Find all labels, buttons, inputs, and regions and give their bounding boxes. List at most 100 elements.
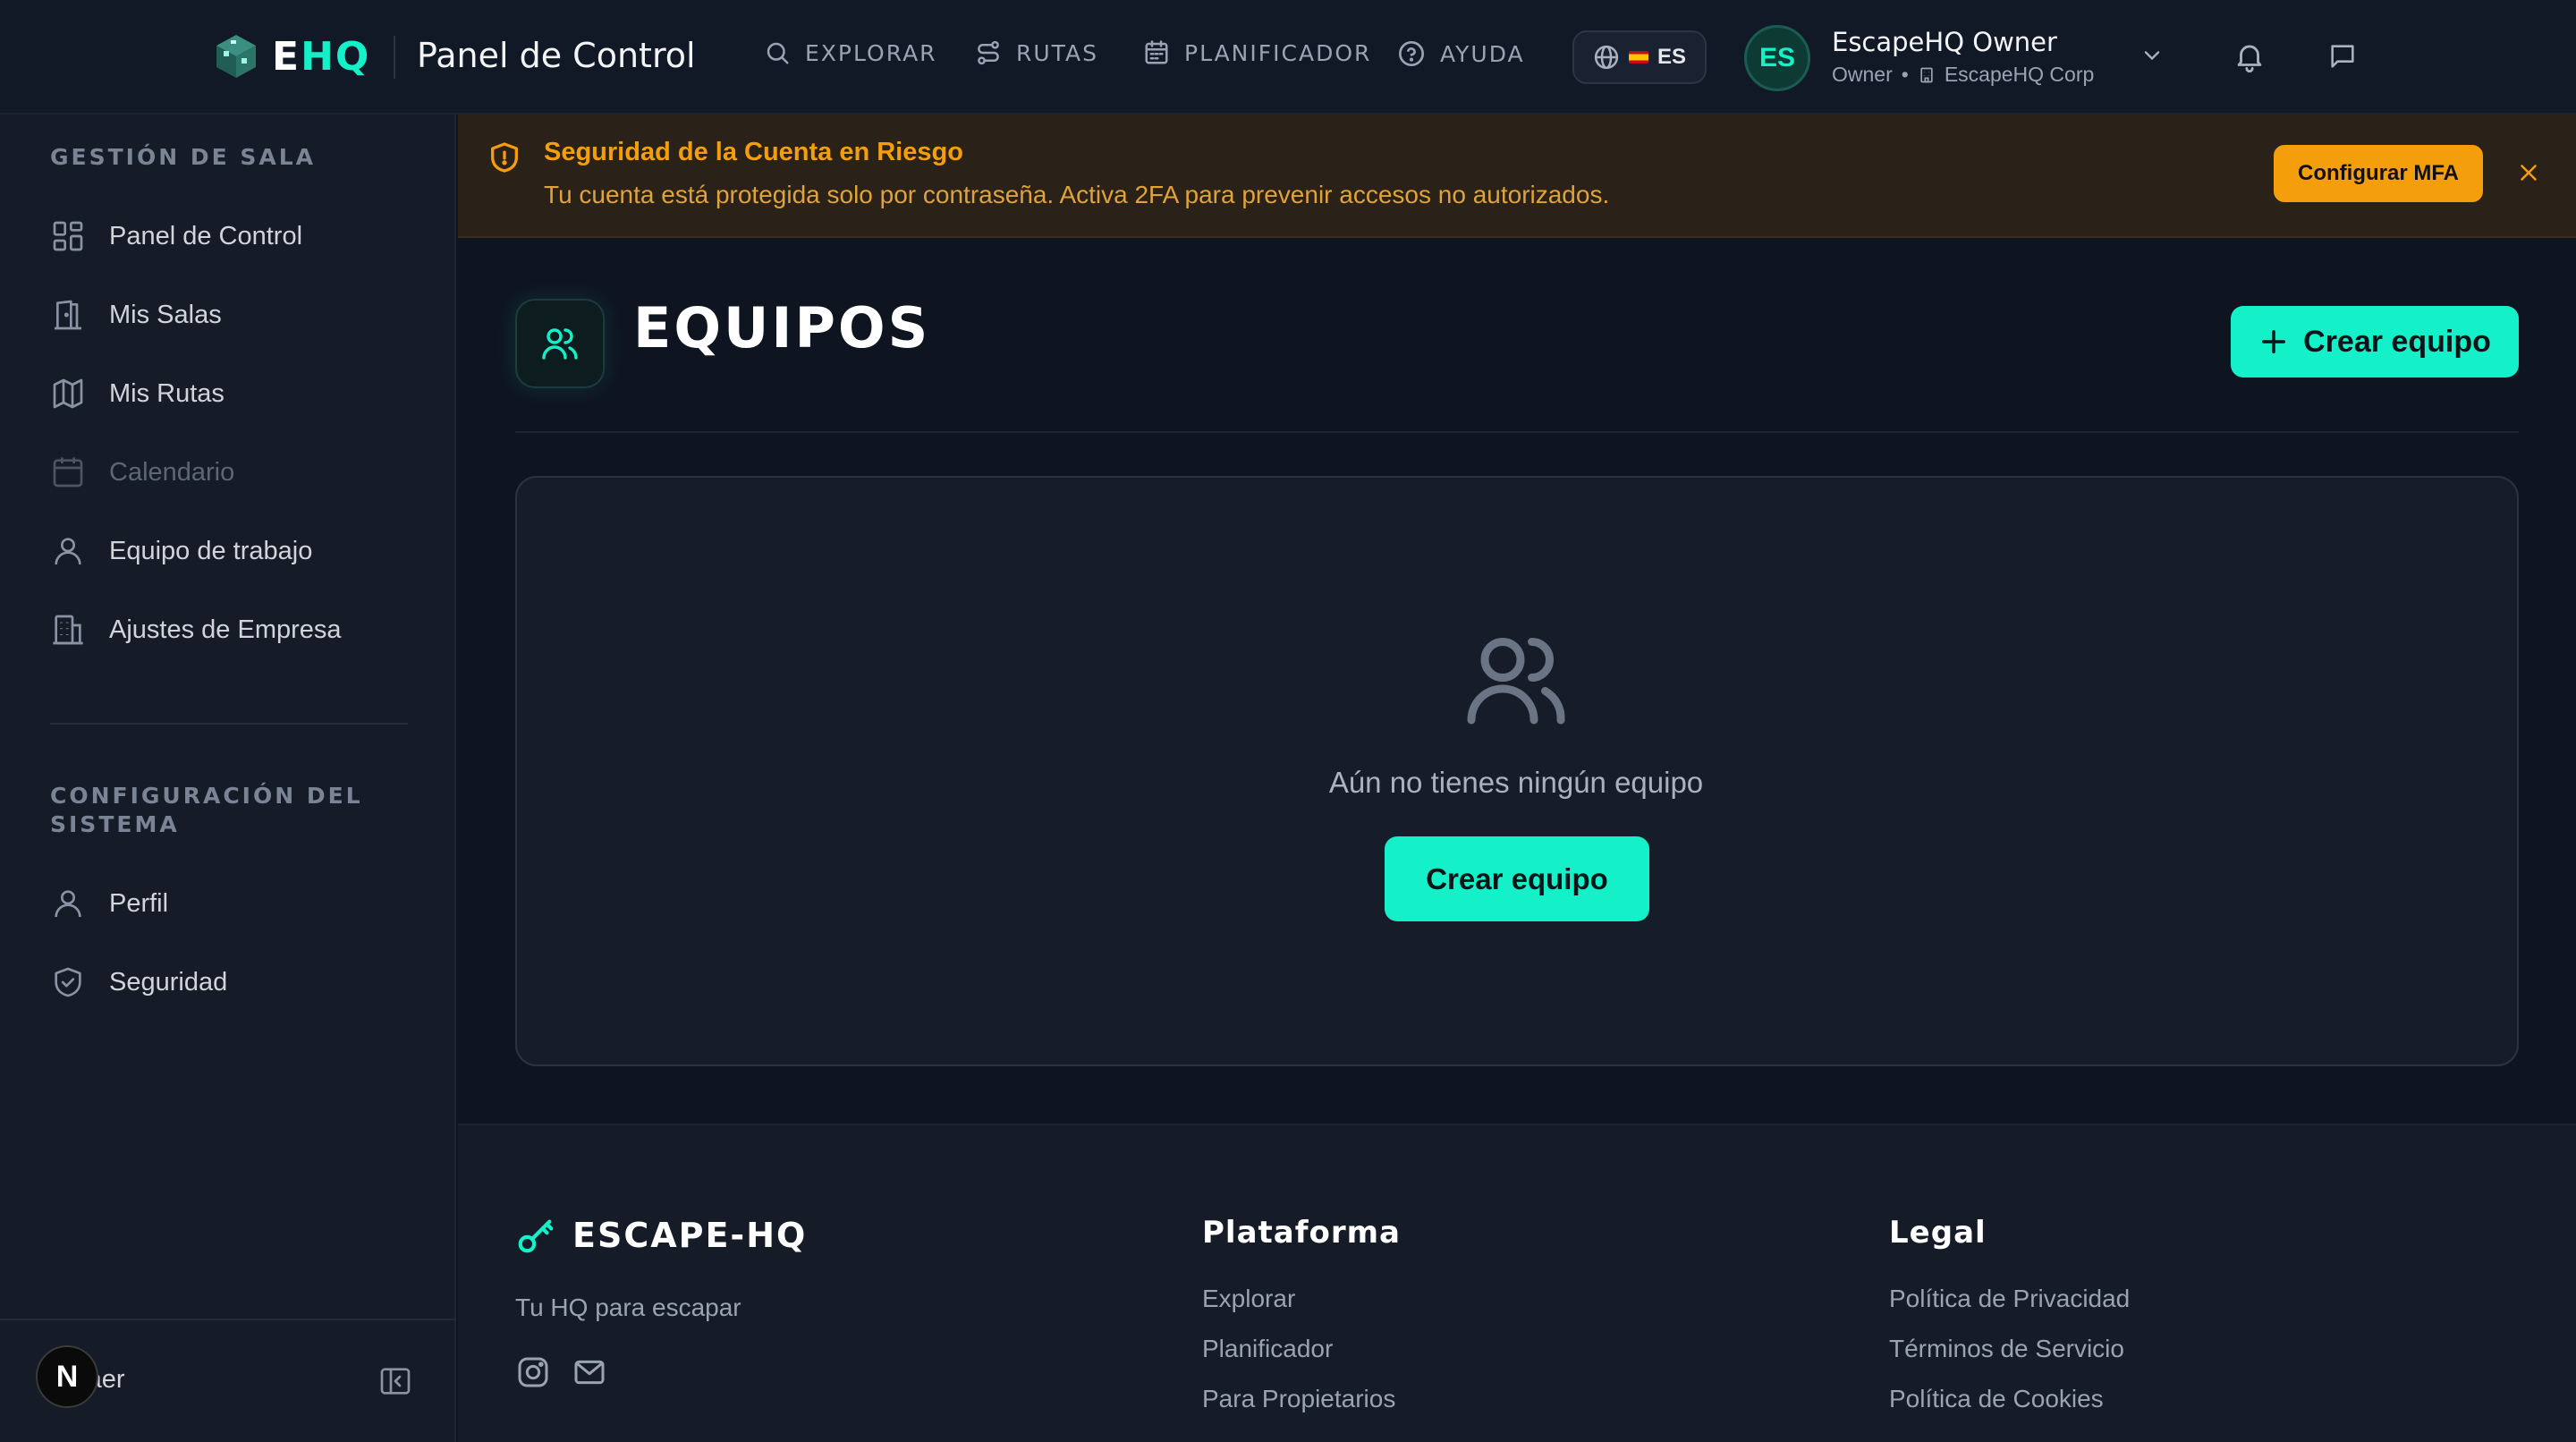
user-company: EscapeHQ Corp [1944, 63, 2095, 86]
email-link[interactable] [571, 1354, 608, 1390]
header-title: Panel de Control [417, 36, 696, 75]
top-header: EHQ Panel de Control EXPLORAR RUTAS PLAN… [0, 0, 2576, 115]
user-avatar[interactable]: ES [1744, 25, 1810, 91]
globe-icon [1594, 45, 1619, 70]
calendar-icon [1145, 40, 1168, 64]
footer-link-explorar[interactable]: Explorar [1202, 1285, 1295, 1313]
main-divider [515, 431, 2519, 433]
shield-icon [55, 967, 81, 997]
map-icon [53, 378, 83, 409]
sidebar-item-mis-salas[interactable]: Mis Salas [50, 293, 222, 337]
building-icon [1920, 67, 1933, 82]
sidebar-item-label: Equipo de trabajo [109, 536, 313, 565]
sidebar-divider [50, 723, 408, 725]
footer-link-cookies[interactable]: Política de Cookies [1889, 1385, 2104, 1413]
user-name[interactable]: EscapeHQ Owner [1832, 27, 2057, 57]
sidebar-item-equipo-de-trabajo[interactable]: Equipo de trabajo [50, 529, 312, 573]
message-icon [2331, 45, 2354, 68]
create-team-button[interactable]: Crear equipo [2231, 306, 2519, 377]
bell-icon [2237, 45, 2262, 72]
nav-rutas-label: RUTAS [1016, 39, 1098, 66]
sidebar-section-title: CONFIGURACIÓN DEL SISTEMA [50, 783, 363, 837]
sidebar-item-label: Panel de Control [109, 221, 303, 250]
sidebar-item-ajustes-de-empresa[interactable]: Ajustes de Empresa [50, 607, 342, 652]
cube-logo-icon [216, 35, 256, 78]
language-selector[interactable]: ES [1572, 30, 1707, 84]
sidebar-item-perfil[interactable]: Perfil [50, 881, 168, 926]
collapse-sidebar-button[interactable] [377, 1363, 413, 1399]
nav-explorar-label: EXPLORAR [805, 39, 937, 66]
help-icon [1399, 41, 1424, 66]
close-icon [2521, 165, 2537, 181]
users-icon [542, 328, 578, 360]
footer-link-terminos[interactable]: Términos de Servicio [1889, 1335, 2124, 1363]
empty-create-team-button[interactable]: Crear equipo [1385, 836, 1649, 921]
nav-planificador-label: PLANIFICADOR [1184, 39, 1372, 66]
create-team-label: Crear equipo [2303, 324, 2491, 359]
nav-rutas[interactable]: RUTAS [975, 39, 1098, 66]
footer-brand[interactable]: ESCAPE-HQ [515, 1215, 807, 1256]
user-icon [55, 538, 81, 565]
nav-ayuda-label: AYUDA [1440, 40, 1525, 67]
user-subtitle: Owner • EscapeHQ Corp [1832, 63, 2094, 87]
footer-brand-name: ESCAPE-HQ [572, 1216, 808, 1255]
plus-icon [2262, 329, 2286, 354]
sidebar-item-mis-rutas[interactable]: Mis Rutas [50, 371, 225, 416]
logo-text-hq: HQ [301, 33, 371, 80]
search-icon [767, 42, 789, 64]
language-code: ES [1657, 45, 1686, 69]
door-icon [55, 300, 81, 330]
shield-warning-icon [491, 142, 518, 173]
footer-link-planificador[interactable]: Planificador [1202, 1335, 1333, 1363]
sidebar-item-label: Seguridad [109, 967, 228, 997]
sidebar-item-panel-de-control[interactable]: Panel de Control [50, 214, 302, 259]
footer [458, 1124, 2576, 1442]
footer-tagline: Tu HQ para escapar [515, 1294, 741, 1321]
user-role: Owner [1832, 63, 1893, 86]
nav-ayuda[interactable]: AYUDA [1397, 39, 1525, 68]
spain-flag-icon [1628, 51, 1648, 64]
alert-title: Seguridad de la Cuenta en Riesgo [544, 138, 963, 166]
instagram-link[interactable] [515, 1354, 551, 1390]
nav-planificador[interactable]: PLANIFICADOR [1143, 39, 1371, 66]
bullet-separator: • [1901, 63, 1909, 86]
app-logo[interactable]: EHQ [211, 27, 370, 86]
sidebar-item-label: Mis Salas [109, 300, 222, 329]
user-icon [55, 890, 81, 918]
user-menu-chevron[interactable] [2140, 43, 2165, 68]
alert-shield [487, 140, 522, 175]
sidebar-item-label: Perfil [109, 888, 169, 918]
notifications-button[interactable] [2233, 39, 2267, 73]
page-title: EQUIPOS [633, 295, 931, 360]
configure-mfa-button[interactable]: Configurar MFA [2274, 145, 2483, 202]
route-icon [978, 40, 999, 65]
sidebar-footer-divider [0, 1319, 456, 1320]
alert-close-button[interactable] [2515, 159, 2542, 186]
dev-badge[interactable]: N [36, 1345, 98, 1408]
sidebar-item-calendario: Calendario [50, 450, 234, 495]
empty-state-message: Aún no tienes ningún equipo [1328, 766, 1704, 799]
sidebar-item-seguridad[interactable]: Seguridad [50, 960, 227, 1005]
footer-legal-title: Legal [1889, 1215, 1987, 1251]
alert-message: Tu cuenta está protegida solo por contra… [544, 181, 1610, 208]
nav-explorar[interactable]: EXPLORAR [764, 39, 937, 66]
messages-button[interactable] [2327, 41, 2358, 72]
dashboard-icon [53, 221, 83, 251]
footer-platform-title: Plataforma [1202, 1215, 1402, 1251]
key-icon [518, 1219, 554, 1253]
page-icon [515, 299, 605, 388]
sidebar-item-label: Ajustes de Empresa [109, 615, 342, 644]
footer-link-propietarios[interactable]: Para Propietarios [1202, 1385, 1395, 1413]
calendar-icon [53, 457, 83, 488]
security-alert-banner: Seguridad de la Cuenta en Riesgo Tu cuen… [458, 115, 2576, 238]
header-divider [394, 36, 395, 79]
empty-state-icon [1458, 626, 1574, 734]
mail-icon [574, 1360, 605, 1385]
users-icon [1467, 638, 1565, 725]
footer-link-privacidad[interactable]: Política de Privacidad [1889, 1285, 2130, 1313]
logo-text-e: E [272, 33, 301, 80]
sidebar-item-label: Calendario [109, 457, 235, 487]
chevron-down-icon [2144, 51, 2160, 61]
building-icon [53, 615, 83, 645]
instagram-icon [518, 1357, 548, 1387]
